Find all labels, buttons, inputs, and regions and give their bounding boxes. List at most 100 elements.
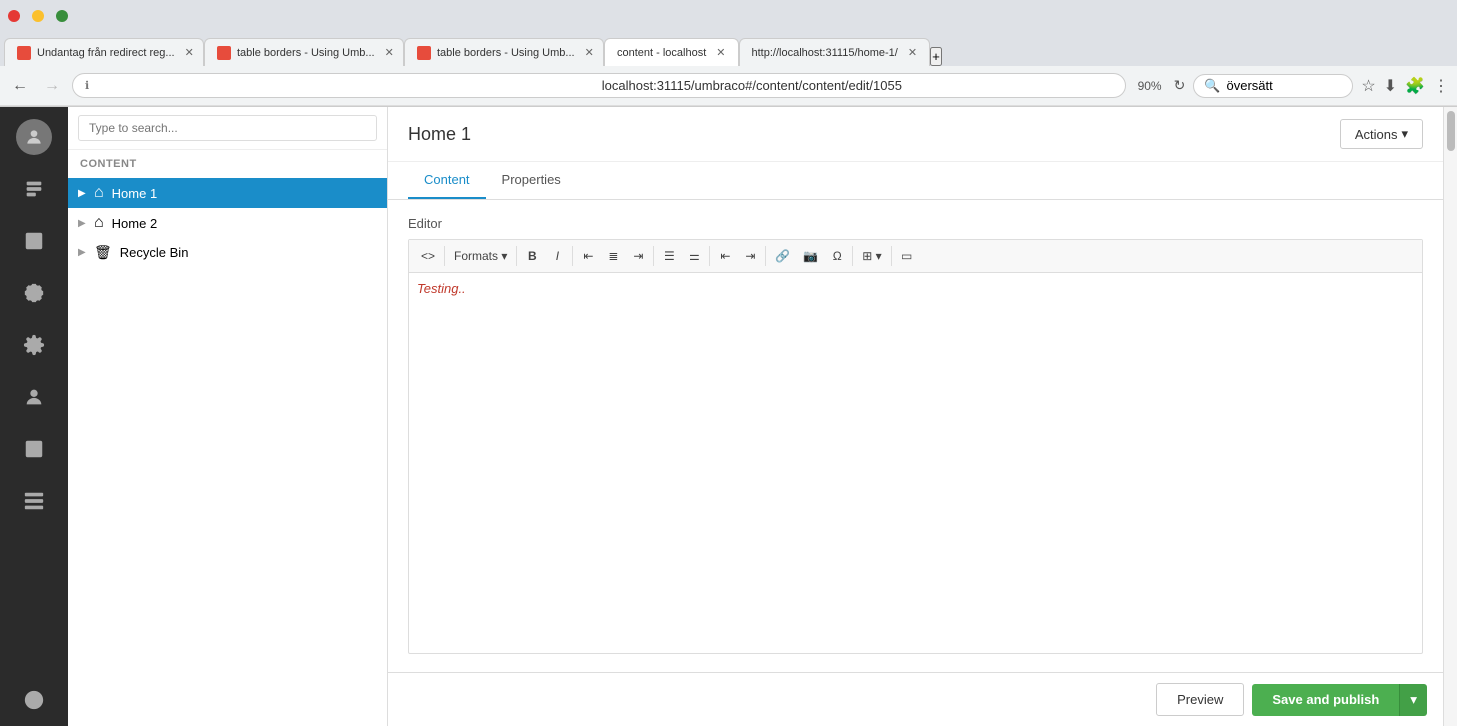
- maximize-window-button[interactable]: [56, 10, 68, 22]
- sep8: [891, 246, 892, 266]
- browser-chrome: Undantag från redirect reg... ✕ table bo…: [0, 0, 1457, 107]
- tab1-label: Undantag från redirect reg...: [37, 47, 175, 59]
- tab3-close[interactable]: ✕: [585, 46, 594, 59]
- sidebar-item-forms[interactable]: [0, 423, 68, 475]
- title-bar-buttons: [8, 10, 68, 22]
- editor-toolbar: <> Formats ▾ B I ⇤ ≣ ⇥ ☰ ⚌ ⇤ ⇥: [409, 240, 1422, 273]
- browser-search-bar[interactable]: 🔍 översätt: [1193, 74, 1353, 98]
- italic-button[interactable]: I: [545, 244, 569, 268]
- browser-tabs-bar: Undantag från redirect reg... ✕ table bo…: [0, 32, 1457, 66]
- browser-tab-5[interactable]: http://localhost:31115/home-1/ ✕: [739, 38, 931, 66]
- save-publish-group: Save and publish ▾: [1252, 684, 1427, 716]
- main-header: Home 1 Actions ▾: [388, 107, 1443, 162]
- app-layout: CONTENT ▶ ⌂ Home 1 ▶ ⌂ Home 2 ▶ 🗑 Recycl…: [0, 107, 1457, 726]
- tree-item-home2[interactable]: ▶ ⌂ Home 2: [68, 208, 387, 238]
- tab4-label: content - localhost: [617, 47, 706, 59]
- main-area: Home 1 Actions ▾ Content Properties Edit…: [388, 107, 1443, 726]
- fullscreen-button[interactable]: ▭: [895, 244, 919, 268]
- code-button[interactable]: <>: [415, 244, 441, 268]
- expand-arrow-home1: ▶: [78, 188, 90, 199]
- image-button[interactable]: 📷: [797, 244, 824, 268]
- new-tab-button[interactable]: +: [930, 47, 942, 66]
- tree-item-home2-label: Home 2: [112, 216, 158, 231]
- search-input[interactable]: [78, 115, 377, 141]
- footer: Preview Save and publish ▾: [388, 672, 1443, 726]
- menu-button[interactable]: ⋮: [1433, 76, 1449, 96]
- bullet-list-button[interactable]: ☰: [657, 244, 681, 268]
- close-window-button[interactable]: [8, 10, 20, 22]
- avatar[interactable]: [16, 119, 52, 155]
- browser-tab-4[interactable]: content - localhost ✕: [604, 38, 739, 66]
- bookmark-button[interactable]: ☆: [1361, 76, 1375, 96]
- formats-button[interactable]: Formats ▾: [448, 244, 513, 268]
- sidebar-item-users[interactable]: [0, 371, 68, 423]
- title-bar: [0, 0, 1457, 32]
- indent-button[interactable]: ⇥: [738, 244, 762, 268]
- tab5-close[interactable]: ✕: [908, 46, 917, 59]
- tab3-favicon: [417, 46, 431, 60]
- sidebar-item-settings[interactable]: [0, 267, 68, 319]
- home1-icon: ⌂: [94, 184, 104, 202]
- browser-tab-2[interactable]: table borders - Using Umb... ✕: [204, 38, 404, 66]
- refresh-button[interactable]: ↻: [1174, 77, 1186, 94]
- tab2-label: table borders - Using Umb...: [237, 47, 375, 59]
- expand-arrow-home2: ▶: [78, 218, 90, 229]
- forward-button[interactable]: →: [40, 75, 64, 97]
- sidebar-item-media[interactable]: [0, 215, 68, 267]
- url-bar[interactable]: ℹ localhost:31115/umbraco#/content/conte…: [72, 73, 1126, 98]
- tree-item-recycle-label: Recycle Bin: [120, 245, 189, 260]
- sidebar-item-data[interactable]: [0, 475, 68, 527]
- tab-content[interactable]: Content: [408, 162, 486, 199]
- browser-toolbar-icons: ☆ ⬇ 🧩 ⋮: [1361, 76, 1449, 96]
- extension-button[interactable]: 🧩: [1405, 76, 1425, 96]
- save-dropdown-button[interactable]: ▾: [1399, 684, 1427, 716]
- sep3: [572, 246, 573, 266]
- tree-item-home1-label: Home 1: [112, 186, 158, 201]
- actions-label: Actions: [1355, 127, 1398, 142]
- sidebar-item-content[interactable]: [0, 163, 68, 215]
- section-label: CONTENT: [68, 150, 387, 178]
- tab2-close[interactable]: ✕: [385, 46, 394, 59]
- scrollbar-thumb[interactable]: [1447, 111, 1455, 151]
- table-button[interactable]: ⊞ ▾: [856, 244, 887, 268]
- sep2: [516, 246, 517, 266]
- align-left-button[interactable]: ⇤: [576, 244, 600, 268]
- editor-area: Editor <> Formats ▾ B I ⇤ ≣ ⇥ ☰ ⚌: [388, 200, 1443, 672]
- sep7: [852, 246, 853, 266]
- tab4-close[interactable]: ✕: [716, 46, 725, 59]
- link-button[interactable]: 🔗: [769, 244, 796, 268]
- zoom-badge[interactable]: 90%: [1134, 79, 1166, 93]
- special-chars-button[interactable]: Ω: [825, 244, 849, 268]
- sidebar-bottom-icons: [23, 674, 45, 726]
- url-text: localhost:31115/umbraco#/content/content…: [602, 78, 1113, 93]
- minimize-window-button[interactable]: [32, 10, 44, 22]
- sidebar-nav: [0, 107, 68, 726]
- sep1: [444, 246, 445, 266]
- tree-item-home1[interactable]: ▶ ⌂ Home 1: [68, 178, 387, 208]
- editor-content[interactable]: Testing..: [409, 273, 1422, 653]
- browser-tab-1[interactable]: Undantag från redirect reg... ✕: [4, 38, 204, 66]
- tab2-favicon: [217, 46, 231, 60]
- sidebar-item-help[interactable]: [23, 674, 45, 726]
- scrollbar[interactable]: [1443, 107, 1457, 726]
- tab1-close[interactable]: ✕: [185, 46, 194, 59]
- url-icon: ℹ: [85, 79, 596, 92]
- home2-icon: ⌂: [94, 214, 104, 232]
- tree-item-recycle[interactable]: ▶ 🗑 Recycle Bin: [68, 238, 387, 267]
- save-publish-button[interactable]: Save and publish: [1252, 684, 1399, 716]
- back-button[interactable]: ←: [8, 75, 32, 97]
- sep5: [709, 246, 710, 266]
- page-title: Home 1: [408, 124, 1340, 145]
- ordered-list-button[interactable]: ⚌: [682, 244, 706, 268]
- download-button[interactable]: ⬇: [1384, 76, 1397, 96]
- sidebar-item-gear[interactable]: [0, 319, 68, 371]
- preview-button[interactable]: Preview: [1156, 683, 1244, 716]
- outdent-button[interactable]: ⇤: [713, 244, 737, 268]
- align-center-button[interactable]: ≣: [601, 244, 625, 268]
- align-right-button[interactable]: ⇥: [626, 244, 650, 268]
- bold-button[interactable]: B: [520, 244, 544, 268]
- tab-properties[interactable]: Properties: [486, 162, 577, 199]
- actions-button[interactable]: Actions ▾: [1340, 119, 1423, 149]
- browser-tab-3[interactable]: table borders - Using Umb... ✕: [404, 38, 604, 66]
- search-box: [68, 107, 387, 150]
